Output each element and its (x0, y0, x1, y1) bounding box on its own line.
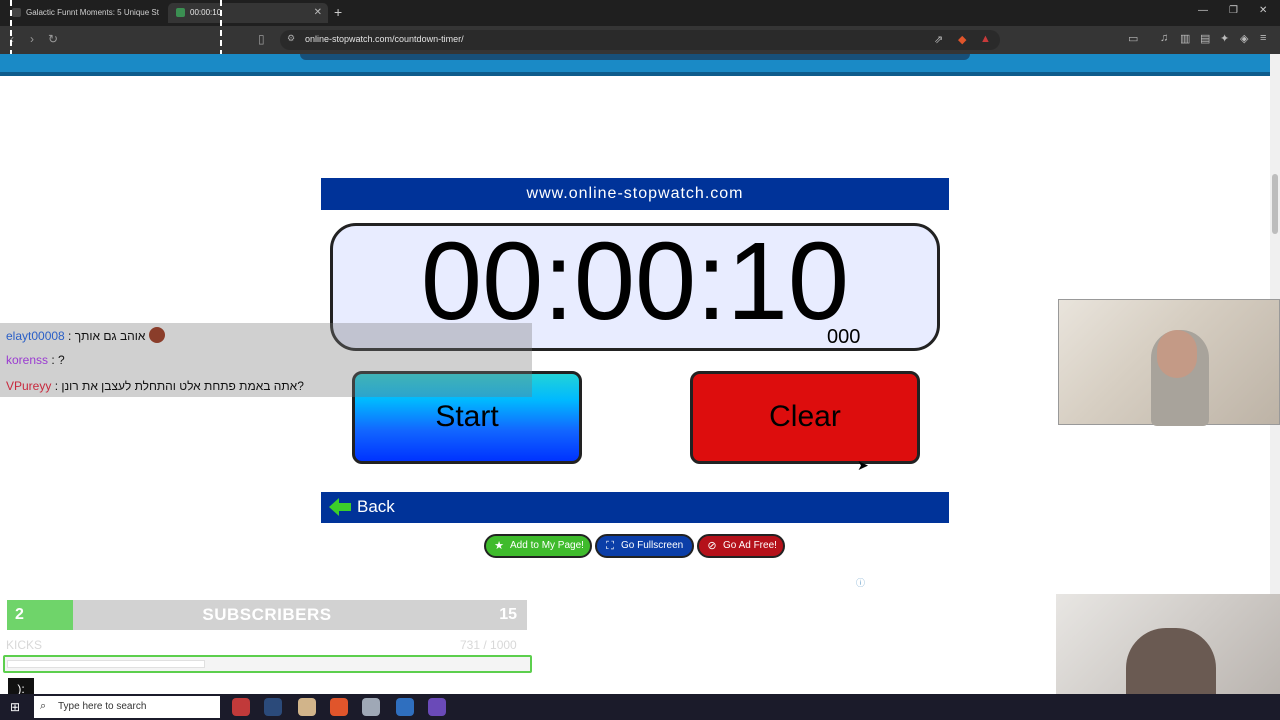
minimize-icon[interactable]: — (1198, 5, 1208, 16)
tab-close-icon[interactable]: ✕ (314, 3, 322, 23)
plus-icon[interactable]: + (334, 4, 342, 20)
chat-message: korenss : ? (6, 353, 65, 367)
site-header-tab (300, 54, 970, 60)
share-icon[interactable]: ⇗ (934, 33, 943, 46)
tab-title: Galactic Funnt Moments: 5 Unique St (26, 8, 159, 17)
address-bar[interactable]: ⚙ online-stopwatch.com/countdown-timer/ … (280, 30, 1000, 50)
brave-shield-icon[interactable]: ◆ (958, 33, 966, 46)
reload-icon[interactable]: ↻ (48, 32, 58, 46)
chat-text: : ? (48, 353, 65, 367)
clear-button[interactable]: Clear (690, 371, 920, 464)
chat-message: VPureyy : אתה באמת פתחת אלט והתחלת לעצבן… (6, 379, 304, 393)
menu-icon[interactable]: ≡ (1260, 32, 1266, 44)
restore-icon[interactable]: ❐ (1229, 5, 1238, 16)
go-ad-free-button[interactable]: ⊘ Go Ad Free! (697, 534, 785, 558)
add-to-page-label: Add to My Page! (510, 540, 584, 551)
add-to-page-button[interactable]: ★ Add to My Page! (484, 534, 592, 558)
subscriber-goal-widget: 2 SUBSCRIBERS 15 (7, 600, 527, 630)
go-ad-free-label: Go Ad Free! (723, 540, 777, 551)
stream-chat-overlay: elayt00008 : אוהב גם אותך korenss : ? VP… (0, 323, 532, 397)
site-header-strip (0, 54, 1270, 76)
stopwatch-site-banner[interactable]: www.online-stopwatch.com (321, 178, 949, 210)
files-app-icon[interactable] (298, 698, 316, 716)
chat-nick: VPureyy (6, 379, 52, 393)
go-fullscreen-label: Go Fullscreen (621, 540, 684, 551)
back-bar[interactable]: Back (321, 492, 949, 523)
webcam-feed (1058, 299, 1280, 426)
no-ads-icon: ⊘ (707, 540, 717, 552)
search-icon: ⌕ (40, 700, 47, 712)
tab-galactic[interactable]: Galactic Funnt Moments: 5 Unique St (4, 3, 162, 23)
windows-start-icon[interactable]: ⊞ (10, 700, 20, 714)
search-placeholder: Type here to search (58, 701, 147, 712)
ad-info-icon[interactable]: ⓘ (856, 576, 865, 589)
app-icon[interactable] (362, 698, 380, 716)
timer-time: 00:00:10 (420, 220, 850, 343)
taskbar-search[interactable]: ⌕ Type here to search (34, 696, 220, 718)
wallet-icon[interactable]: ▤ (1200, 32, 1210, 45)
sidebar-icon[interactable]: ▭ (1128, 32, 1138, 45)
tab-title: 00:00:10 (190, 8, 222, 17)
music-icon[interactable]: ♫ (1160, 32, 1168, 44)
kicks-label: KICKS (6, 638, 43, 652)
chat-text: : אתה באמת פתחת אלט והתחלת לעצבן את רונן… (51, 379, 304, 393)
brave-app-icon[interactable] (330, 698, 348, 716)
vpn-icon[interactable]: ◈ (1240, 32, 1248, 45)
leo-icon[interactable]: ✦ (1220, 32, 1229, 45)
obs-app-icon[interactable] (232, 698, 250, 716)
kicks-progress-bar (3, 655, 532, 673)
close-window-icon[interactable]: ✕ (1259, 5, 1267, 16)
chat-nick: elayt00008 (6, 329, 65, 343)
chat-nick: korenss (6, 353, 49, 367)
forward-nav-icon[interactable]: › (30, 32, 34, 46)
back-label: Back (357, 497, 395, 516)
emote-icon (149, 327, 166, 343)
reader-icon[interactable]: ▥ (1180, 32, 1190, 45)
back-arrow-icon (329, 498, 351, 516)
streamer-head (1157, 330, 1197, 378)
subscriber-goal: 15 (499, 606, 517, 623)
fullscreen-icon: ⛶ (606, 540, 614, 552)
mouse-cursor-icon: ➤ (857, 457, 869, 473)
tab-favicon-icon (12, 8, 21, 17)
timer-milliseconds: 000 (827, 326, 861, 348)
go-fullscreen-button[interactable]: ⛶ Go Fullscreen (595, 534, 694, 558)
tab-countdown[interactable]: 00:00:10 ✕ (168, 3, 328, 23)
star-icon: ★ (494, 540, 504, 552)
site-info-icon[interactable]: ⚙ (287, 33, 295, 44)
steam-app-icon[interactable] (264, 698, 282, 716)
chat-message: elayt00008 : אוהב גם אותך (6, 327, 166, 343)
brave-rewards-icon[interactable]: ▲ (980, 33, 991, 45)
kicks-count: 731 / 1000 (460, 638, 517, 652)
screen: Galactic Funnt Moments: 5 Unique St 00:0… (0, 0, 1280, 720)
ccleaner-app-icon[interactable] (396, 698, 414, 716)
subscriber-label: SUBSCRIBERS (202, 605, 332, 624)
browser-toolbar: ‹ › ↻ ▯ ⚙ online-stopwatch.com/countdown… (0, 26, 1280, 54)
browser-tab-bar: Galactic Funnt Moments: 5 Unique St 00:0… (0, 0, 1280, 26)
tab-favicon-icon (176, 8, 185, 17)
bookmark-icon[interactable]: ▯ (258, 32, 265, 46)
windows-taskbar: ⊞ ⌕ Type here to search (0, 694, 1280, 720)
kicks-progress-fill (7, 660, 205, 668)
url-text: online-stopwatch.com/countdown-timer/ (305, 34, 464, 44)
chat-text: : אוהב גם אותך (64, 329, 146, 343)
discord-app-icon[interactable] (428, 698, 446, 716)
scrollbar-thumb[interactable] (1272, 174, 1278, 234)
